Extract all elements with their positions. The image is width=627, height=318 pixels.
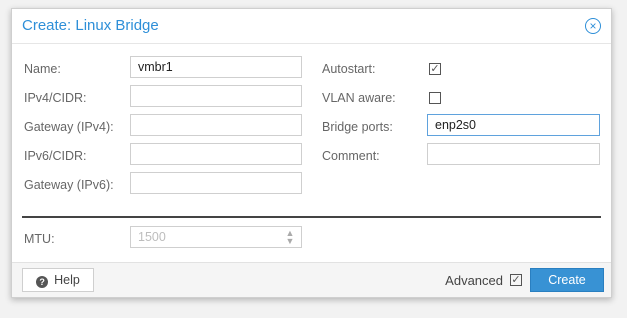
help-button[interactable]: ? Help	[22, 268, 94, 292]
advanced-checkbox[interactable]: ✓	[510, 274, 522, 286]
bridge-ports-label: Bridge ports:	[322, 120, 393, 134]
help-button-label: Help	[54, 273, 80, 287]
gateway-ipv6-input[interactable]	[130, 172, 302, 194]
dialog-footer: ? Help Advanced ✓ Create	[12, 262, 611, 297]
spinner-arrows-icon[interactable]: ▲ ▼	[285, 229, 295, 246]
ipv4-input[interactable]	[130, 85, 302, 107]
vlan-aware-checkbox[interactable]	[429, 92, 441, 104]
bridge-ports-input[interactable]	[427, 114, 600, 136]
ipv6-input[interactable]	[130, 143, 302, 165]
vlan-aware-label: VLAN aware:	[322, 91, 396, 105]
comment-input[interactable]	[427, 143, 600, 165]
mtu-label: MTU:	[24, 232, 55, 246]
comment-label: Comment:	[322, 149, 380, 163]
gateway-ipv4-label: Gateway (IPv4):	[24, 120, 114, 134]
dialog-titlebar: Create: Linux Bridge ×	[12, 9, 611, 44]
create-button[interactable]: Create	[530, 268, 604, 292]
mtu-placeholder: 1500	[138, 230, 166, 244]
ipv4-label: IPv4/CIDR:	[24, 91, 87, 105]
section-separator	[22, 216, 601, 218]
help-icon: ?	[36, 276, 49, 288]
create-linux-bridge-dialog: Create: Linux Bridge × Name: IPv4/CIDR: …	[11, 8, 612, 298]
name-label: Name:	[24, 62, 61, 76]
autostart-checkbox[interactable]: ✓	[429, 63, 441, 75]
mtu-field[interactable]: 1500 ▲ ▼	[130, 226, 302, 248]
gateway-ipv6-label: Gateway (IPv6):	[24, 178, 114, 192]
gateway-ipv4-input[interactable]	[130, 114, 302, 136]
advanced-label: Advanced	[445, 273, 503, 288]
close-icon[interactable]: ×	[585, 18, 601, 34]
ipv6-label: IPv6/CIDR:	[24, 149, 87, 163]
name-input[interactable]	[130, 56, 302, 78]
dialog-title: Create: Linux Bridge	[22, 17, 159, 34]
autostart-label: Autostart:	[322, 62, 376, 76]
